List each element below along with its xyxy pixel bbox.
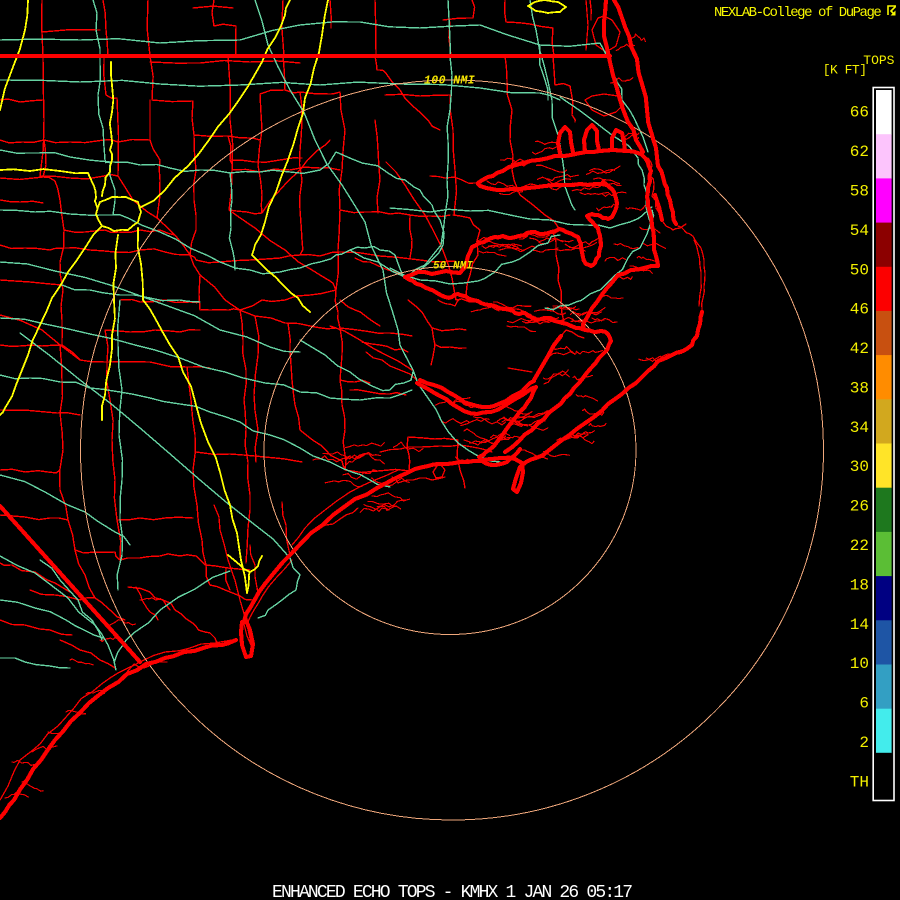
svg-text:22: 22 <box>850 537 869 555</box>
svg-text:[K FT]: [K FT] <box>823 63 867 78</box>
svg-text:100 NMI: 100 NMI <box>424 75 475 88</box>
svg-text:30: 30 <box>850 458 869 476</box>
svg-text:50: 50 <box>850 261 869 279</box>
svg-text:6: 6 <box>859 695 869 713</box>
svg-text:46: 46 <box>850 301 869 319</box>
svg-text:2: 2 <box>859 734 869 752</box>
svg-text:10: 10 <box>850 655 869 673</box>
svg-text:ENHANCED ECHO TOPS - KMHX 1 JA: ENHANCED ECHO TOPS - KMHX 1 JAN 26 05:17 <box>272 883 632 900</box>
svg-text:50 NMI: 50 NMI <box>433 261 473 273</box>
svg-text:42: 42 <box>850 340 869 358</box>
svg-text:TOPS: TOPS <box>863 53 894 68</box>
svg-text:NEXLAB-College of DuPage: NEXLAB-College of DuPage <box>714 5 881 21</box>
svg-text:66: 66 <box>850 104 869 122</box>
svg-text:38: 38 <box>850 379 869 397</box>
svg-text:TH: TH <box>850 773 869 791</box>
svg-text:62: 62 <box>850 143 869 161</box>
svg-text:54: 54 <box>850 222 869 240</box>
svg-text:26: 26 <box>850 498 869 516</box>
svg-text:58: 58 <box>850 183 869 201</box>
svg-text:14: 14 <box>850 616 869 634</box>
svg-text:18: 18 <box>850 576 869 594</box>
svg-text:34: 34 <box>850 419 869 437</box>
